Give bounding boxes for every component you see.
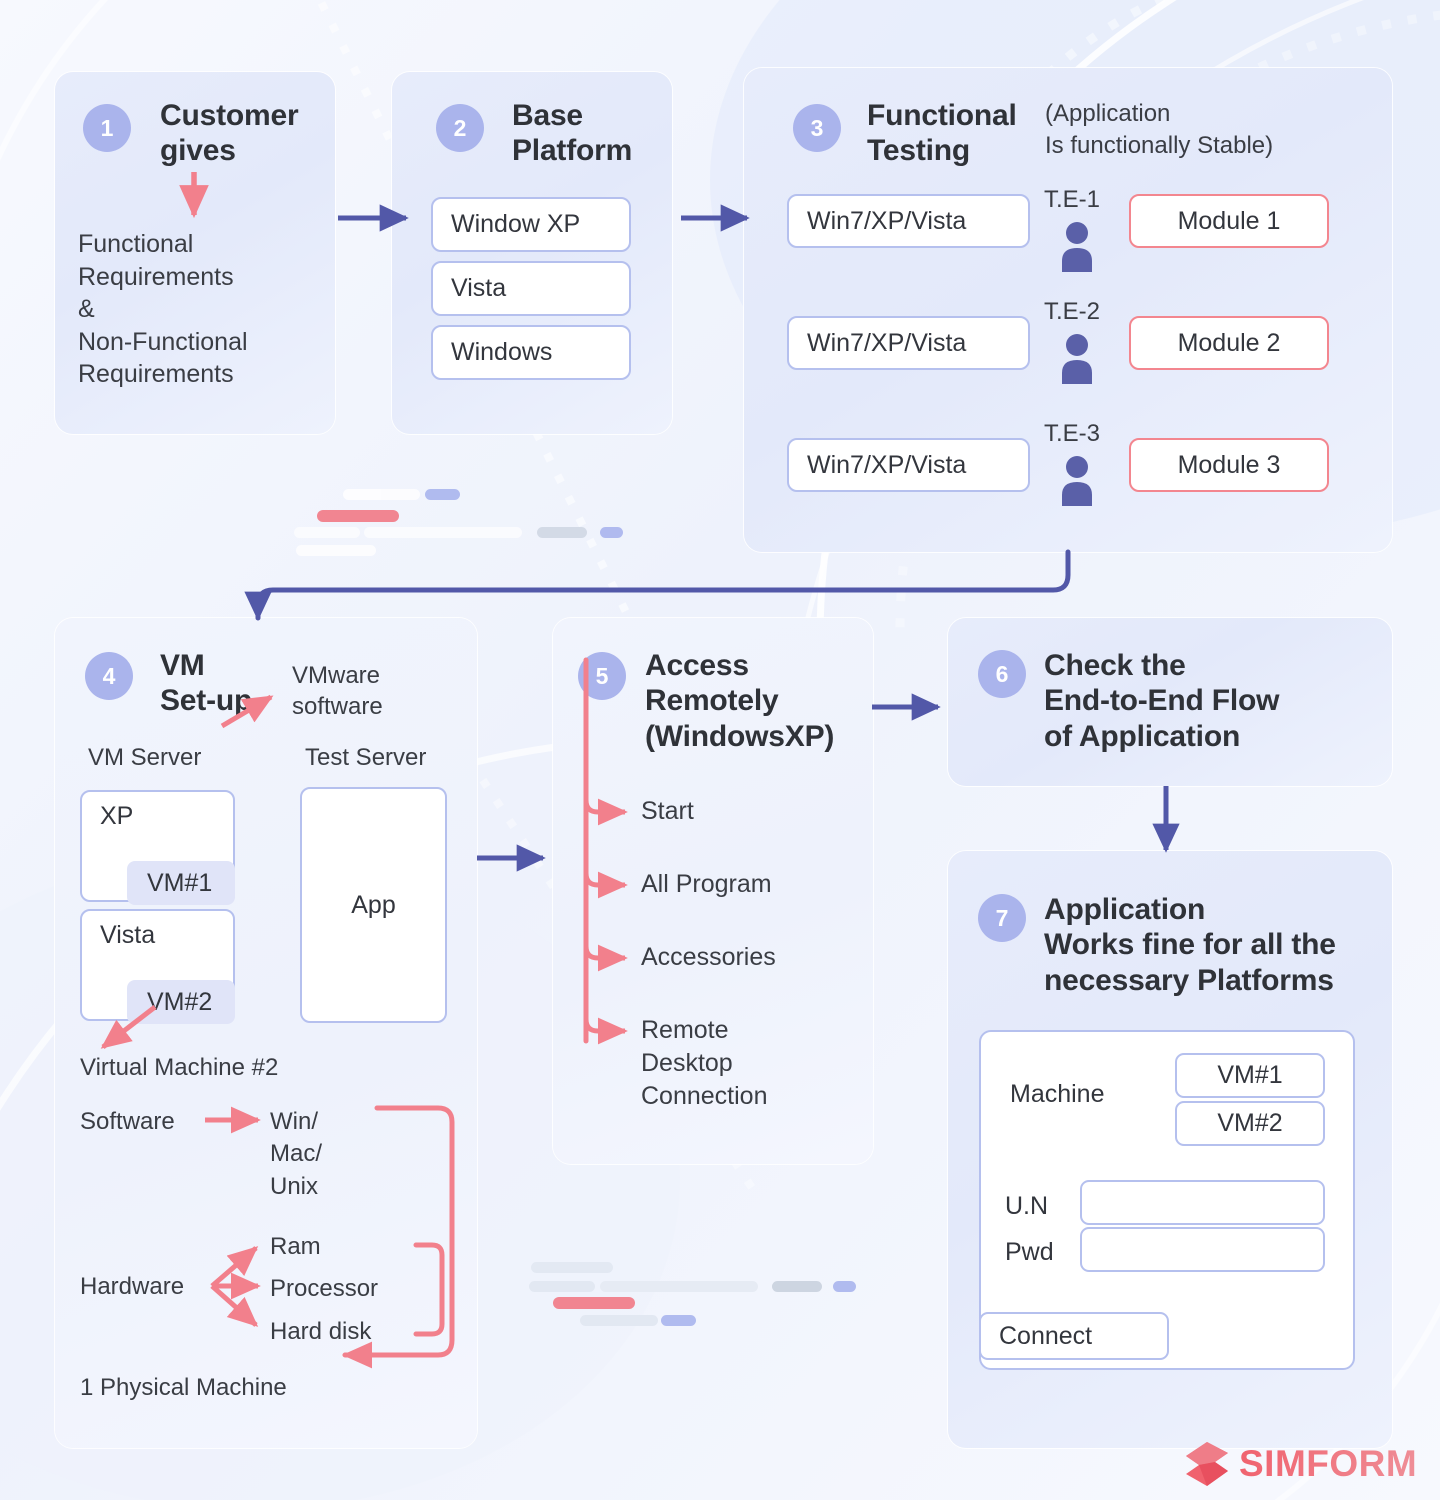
arrow-to-start [583, 798, 628, 826]
arrow-to-vmware-software [220, 694, 274, 729]
bracket-software-to-physical-machine [342, 1105, 455, 1369]
arrow-hardware-to-ram [210, 1246, 259, 1288]
arrow-hardware-to-harddisk [210, 1284, 259, 1327]
arrow-to-virtual-machine-2 [100, 1005, 157, 1049]
arrow-to-accessories [583, 944, 628, 972]
bracket-hardware [413, 1242, 445, 1337]
arrow-to-remote-desktop [583, 1017, 628, 1045]
arrow-step3-to-step4 [244, 549, 1071, 621]
connector-layer [100, 172, 1180, 1369]
arrow-to-all-program [583, 871, 628, 899]
